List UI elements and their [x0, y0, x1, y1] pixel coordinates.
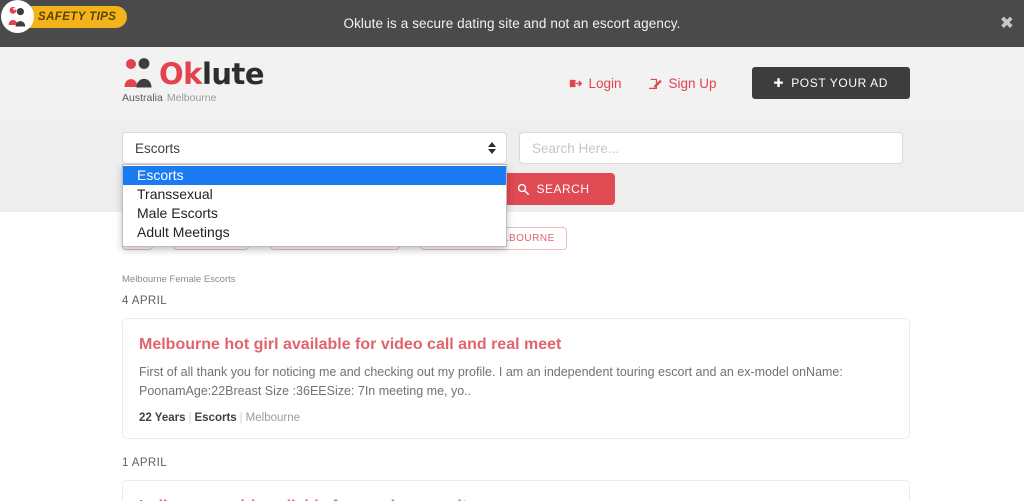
logo-text-primary: Ok: [159, 57, 202, 91]
site-header: Oklute Australia Melbourne Login Sign Up …: [0, 47, 1024, 119]
section-label: Melbourne Female Escorts: [122, 274, 236, 285]
dropdown-option-male-escorts[interactable]: Male Escorts: [123, 204, 506, 223]
listing-age: 22 Years: [139, 412, 186, 424]
signup-label: Sign Up: [668, 75, 717, 91]
logo-text-secondary: lute: [201, 57, 265, 91]
search-button-label: SEARCH: [536, 182, 590, 196]
chevron-updown-icon: [488, 142, 496, 154]
login-icon: [570, 79, 583, 87]
search-button[interactable]: SEARCH: [492, 173, 615, 205]
city-label: Melbourne: [166, 92, 217, 104]
header-actions: Login Sign Up ✚ POST YOUR AD: [569, 47, 910, 119]
listing-card-2[interactable]: Indian sexy girl available for you in yo…: [122, 480, 910, 501]
search-input[interactable]: Search Here...: [519, 132, 903, 164]
category-select[interactable]: Escorts: [122, 132, 507, 164]
dropdown-option-transsexual[interactable]: Transsexual: [123, 185, 506, 204]
safety-tips-label: SAFETY TIPS: [22, 5, 128, 28]
main-content: > ESCORTS > ESCORTS VICTORIA > ESCORTS M…: [0, 212, 1024, 501]
logo[interactable]: Oklute Australia Melbourne: [122, 55, 265, 104]
signup-button[interactable]: Sign Up: [648, 75, 717, 91]
listing-description: First of all thank you for noticing me a…: [139, 365, 843, 398]
oklute-mark-icon: [8, 6, 26, 27]
plus-icon: ✚: [773, 76, 785, 90]
country-label: Australia: [122, 92, 163, 104]
search-input-placeholder: Search Here...: [532, 140, 620, 156]
location-subtitle: Australia Melbourne: [122, 92, 264, 104]
listing-card[interactable]: Melbourne hot girl available for video c…: [122, 318, 910, 439]
post-ad-label: POST YOUR AD: [791, 76, 888, 90]
date-heading-2: 1 APRIL: [122, 457, 167, 469]
listing-meta: 22 Years | Escorts | Melbourne: [139, 412, 301, 424]
listing-category: Escorts: [194, 412, 237, 424]
edit-icon: [648, 78, 662, 89]
login-button[interactable]: Login: [569, 75, 622, 91]
post-your-ad-button[interactable]: ✚ POST YOUR AD: [751, 67, 910, 99]
category-dropdown-list[interactable]: Escorts Transsexual Male Escorts Adult M…: [122, 164, 507, 247]
category-select-value: Escorts: [135, 140, 181, 156]
search-bar: Escorts Search Here... All suburbs SEARC…: [0, 119, 1024, 247]
banner-message: Oklute is a secure dating site and not a…: [343, 16, 681, 31]
dropdown-option-escorts[interactable]: Escorts: [123, 166, 506, 185]
search-icon: [518, 183, 530, 195]
listing-location: Melbourne: [245, 412, 301, 424]
listing-title[interactable]: Melbourne hot girl available for video c…: [139, 336, 893, 354]
login-label: Login: [588, 75, 622, 91]
notice-banner: SAFETY TIPS Oklute is a secure dating si…: [0, 0, 1024, 47]
safety-logo-icon: [1, 0, 34, 33]
date-heading-1: 4 APRIL: [122, 295, 167, 307]
oklute-logo-icon: [122, 57, 158, 89]
dropdown-option-adult-meetings[interactable]: Adult Meetings: [123, 223, 506, 242]
close-icon[interactable]: ✖: [1000, 15, 1014, 32]
safety-tips-badge[interactable]: SAFETY TIPS: [0, 0, 128, 33]
